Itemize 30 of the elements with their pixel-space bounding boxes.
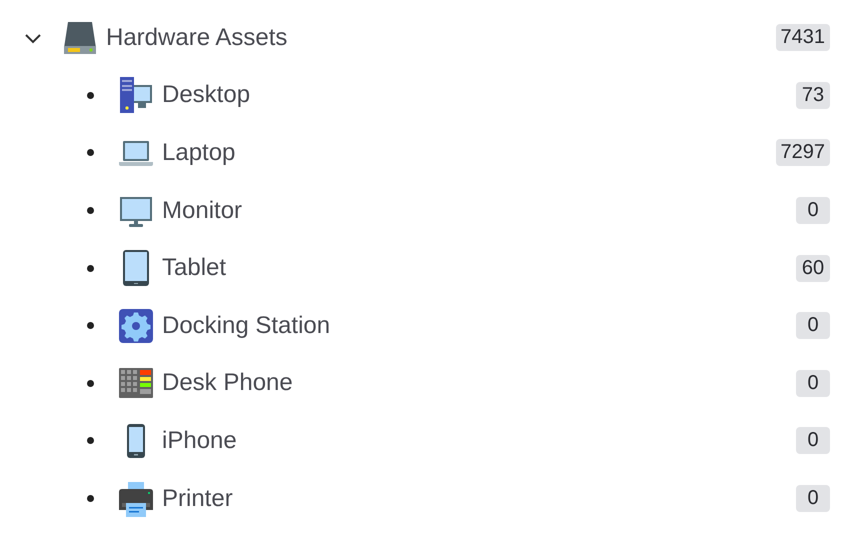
count-badge: 0 [796,485,830,512]
bullet [87,322,94,330]
tree-item-label[interactable]: Laptop [162,138,776,167]
count-badge: 7297 [776,139,830,166]
count-badge: 7431 [776,24,830,52]
desktop-computer-icon [118,77,154,114]
tree-item-label[interactable]: Docking Station [162,312,796,340]
count-badge: 0 [796,312,830,340]
count-badge: 0 [796,197,830,224]
tree-item-label[interactable]: Monitor [162,196,796,225]
tree-item-label[interactable]: Printer [162,484,796,513]
bullet [87,207,94,214]
tree-item-label[interactable]: Desktop [162,81,796,110]
tree-item-label[interactable]: iPhone [162,426,796,455]
printer-icon [118,480,154,517]
tree-item-label[interactable]: Desk Phone [162,369,796,398]
count-badge: 73 [796,82,830,109]
drive-icon [62,20,98,56]
count-badge: 0 [796,427,830,454]
count-badge: 0 [796,370,830,397]
count-badge: 60 [796,254,830,282]
tree-item-label[interactable]: Tablet [162,254,796,282]
tree-item-label[interactable]: Hardware Assets [106,24,776,52]
bullet [87,92,94,99]
bullet [87,495,94,502]
bullet [87,437,94,444]
gear-icon [118,308,154,344]
bullet [87,149,94,156]
bullet [87,380,94,387]
bullet [87,264,94,272]
